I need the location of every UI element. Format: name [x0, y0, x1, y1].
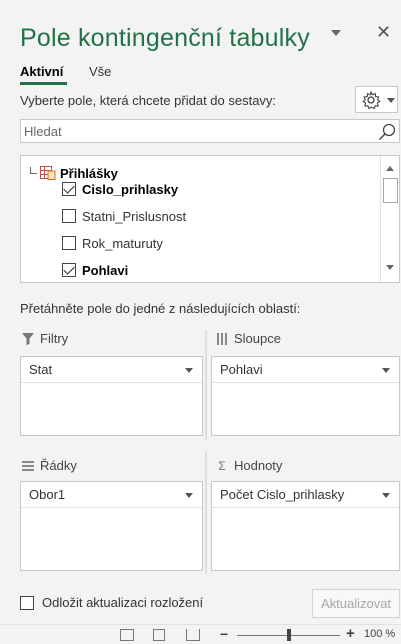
rows-icon: [22, 460, 34, 471]
scroll-thumb[interactable]: [383, 178, 398, 203]
area-field-label: Obor1: [29, 487, 66, 502]
tab-active[interactable]: Aktivní: [20, 64, 63, 79]
zoom-slider-thumb[interactable]: [287, 629, 291, 641]
table-icon: [40, 166, 56, 180]
columns-icon: [217, 332, 227, 345]
drag-areas-hint: Přetáhněte pole do jedné z následujících…: [20, 301, 301, 316]
zoom-in-button[interactable]: +: [346, 625, 355, 642]
field-checkbox[interactable]: [62, 182, 76, 196]
defer-update-option[interactable]: Odložit aktualizaci rozložení: [20, 595, 203, 610]
normal-view-icon[interactable]: [120, 629, 134, 641]
search-box[interactable]: [20, 119, 400, 143]
settings-button[interactable]: [355, 86, 398, 113]
chevron-down-icon[interactable]: [185, 493, 193, 498]
filter-icon: [22, 332, 34, 345]
area-field-label: Stat: [29, 362, 53, 377]
search-input[interactable]: [21, 120, 376, 142]
filters-field-stat[interactable]: Stat: [21, 357, 202, 383]
active-tab-indicator: [20, 82, 67, 85]
area-field-label: Počet Cislo_prihlasky: [220, 487, 345, 502]
field-checkbox[interactable]: [62, 263, 76, 277]
scroll-down-icon[interactable]: [386, 265, 394, 270]
field-item[interactable]: Rok_maturuty: [62, 233, 163, 253]
status-bar: − + 100 %: [0, 624, 401, 644]
field-item[interactable]: Statni_Prislusnost: [62, 206, 186, 226]
pane-title: Pole kontingenční tabulky: [20, 24, 310, 52]
values-area-header: Σ Hodnoty: [215, 458, 282, 473]
chevron-down-icon[interactable]: [382, 368, 390, 373]
field-list-scrollbar[interactable]: [380, 156, 399, 282]
scroll-up-icon[interactable]: [386, 166, 394, 171]
field-label: Cislo_prihlasky: [82, 181, 179, 197]
filters-area-label: Filtry: [40, 331, 69, 346]
field-label: Rok_maturuty: [82, 235, 163, 251]
page-break-view-icon[interactable]: [186, 629, 200, 641]
gear-icon: [362, 90, 381, 110]
columns-drop-area[interactable]: Pohlavi: [211, 356, 400, 436]
search-icon[interactable]: [377, 122, 397, 142]
filters-drop-area[interactable]: Stat: [20, 356, 203, 436]
choose-fields-hint: Vyberte pole, která chcete přidat do ses…: [20, 93, 277, 108]
chevron-down-icon[interactable]: [382, 493, 390, 498]
area-divider[interactable]: [205, 452, 207, 574]
rows-drop-area[interactable]: Obor1: [20, 481, 203, 571]
rows-area-label: Řádky: [40, 458, 77, 473]
values-drop-area[interactable]: Počet Cislo_prihlasky: [211, 481, 400, 571]
pane-options-dropdown-icon[interactable]: [331, 30, 341, 36]
chevron-down-icon: [387, 98, 395, 103]
rows-field-obor1[interactable]: Obor1: [21, 482, 202, 508]
defer-update-label: Odložit aktualizaci rozložení: [42, 595, 204, 610]
values-area-label: Hodnoty: [234, 458, 283, 473]
field-item[interactable]: Pohlavi: [62, 260, 128, 280]
area-divider[interactable]: [205, 330, 207, 440]
tab-all[interactable]: Vše: [89, 64, 111, 79]
field-item[interactable]: Cislo_prihlasky: [62, 179, 178, 199]
chevron-down-icon[interactable]: [185, 368, 193, 373]
filters-area-header: Filtry: [21, 331, 68, 346]
columns-area-header: Sloupce: [215, 331, 281, 346]
values-field-pocet[interactable]: Počet Cislo_prihlasky: [212, 482, 399, 508]
field-checkbox[interactable]: [62, 209, 76, 223]
update-button[interactable]: Aktualizovat: [312, 589, 400, 618]
collapse-toggle[interactable]: [30, 173, 37, 174]
field-checkbox[interactable]: [62, 236, 76, 250]
page-layout-view-icon[interactable]: [153, 629, 165, 641]
zoom-out-button[interactable]: −: [220, 626, 228, 642]
field-list: Přihlášky Cislo_prihlasky Statni_Prislus…: [20, 155, 400, 283]
zoom-level[interactable]: 100 %: [364, 628, 395, 640]
columns-field-pohlavi[interactable]: Pohlavi: [212, 357, 399, 383]
rows-area-header: Řádky: [21, 458, 77, 473]
columns-area-label: Sloupce: [234, 331, 281, 346]
field-label: Statni_Prislusnost: [82, 208, 187, 224]
field-label: Pohlavi: [82, 262, 129, 278]
sigma-icon: Σ: [218, 458, 226, 473]
defer-update-checkbox[interactable]: [20, 595, 34, 610]
close-icon[interactable]: ✕: [376, 22, 391, 43]
area-field-label: Pohlavi: [220, 362, 263, 377]
